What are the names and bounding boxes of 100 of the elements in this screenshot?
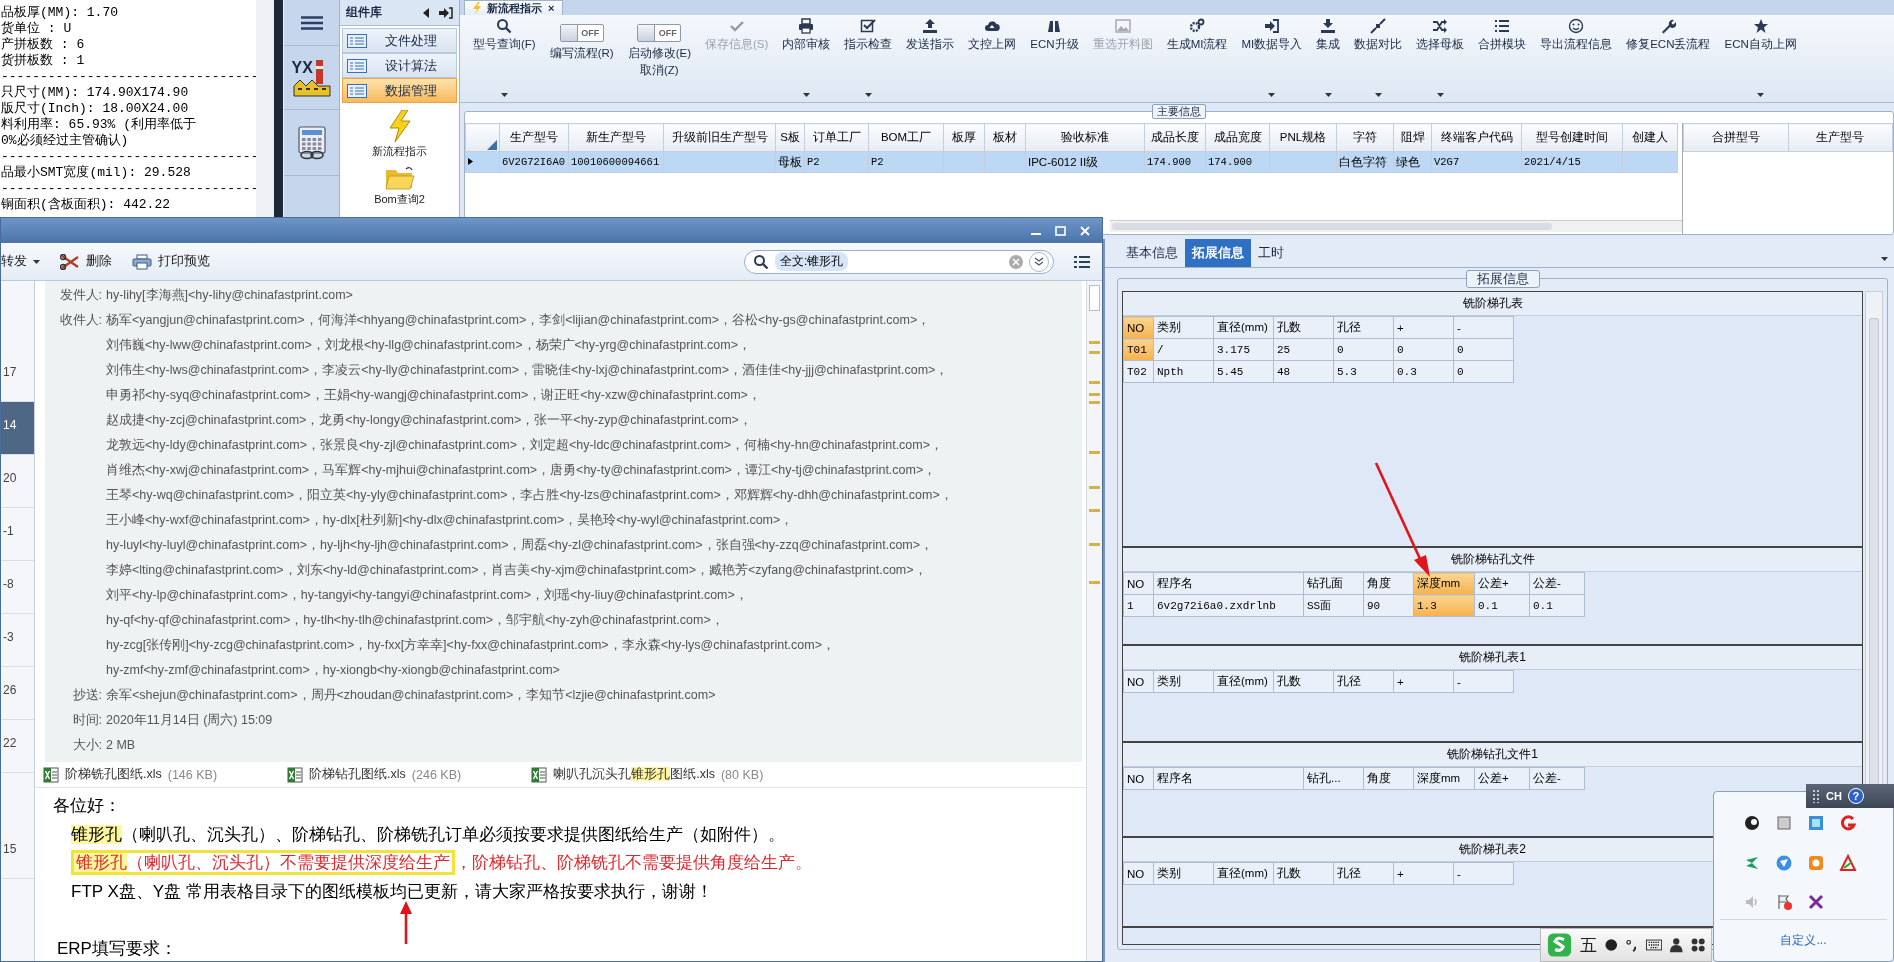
- column-header[interactable]: -: [1453, 316, 1514, 339]
- table-cell[interactable]: T01: [1123, 338, 1154, 361]
- column-header[interactable]: 生产型号: [1788, 123, 1893, 152]
- spreadsheet-file-icon[interactable]: [531, 766, 548, 783]
- toolbar-button[interactable]: 生成MI流程: [1159, 17, 1235, 101]
- customize-link[interactable]: 自定义...: [1714, 932, 1893, 949]
- column-header[interactable]: 钻孔...: [1303, 767, 1364, 790]
- mail-list-item[interactable]: -8: [1, 561, 34, 614]
- column-header[interactable]: 公差-: [1529, 767, 1585, 790]
- spreadsheet-file-icon[interactable]: [43, 766, 59, 783]
- left-arrow-icon[interactable]: [423, 7, 429, 18]
- column-header[interactable]: 孔数: [1273, 670, 1334, 693]
- column-header[interactable]: 程序名: [1153, 572, 1304, 595]
- toolbar-button[interactable]: 内部审核: [775, 17, 838, 101]
- toolbar-button[interactable]: 文控上网: [961, 17, 1024, 101]
- scissors-icon[interactable]: [60, 253, 80, 270]
- column-header[interactable]: 钻孔面: [1303, 572, 1364, 595]
- column-header[interactable]: 创建人: [1622, 123, 1678, 152]
- column-header[interactable]: 生产型号: [499, 123, 569, 152]
- vertical-scrollbar[interactable]: [1086, 281, 1102, 961]
- attachment-link[interactable]: 阶梯钻孔图纸.xls: [309, 766, 406, 783]
- column-header[interactable]: 深度mm: [1413, 767, 1475, 790]
- column-header[interactable]: 订单工厂: [804, 123, 869, 152]
- column-header[interactable]: NO: [1123, 572, 1154, 595]
- column-header[interactable]: BOM工厂: [868, 123, 944, 152]
- library-group-button[interactable]: 设计算法: [342, 53, 457, 78]
- toolbar-button[interactable]: 删除: [60, 253, 112, 270]
- column-header[interactable]: 程序名: [1153, 767, 1304, 790]
- toolbar-button[interactable]: 合拼模块: [1471, 17, 1534, 101]
- menu-icon[interactable]: [300, 15, 323, 30]
- horizontal-scrollbar[interactable]: [1110, 220, 1682, 232]
- list-menu-icon[interactable]: [1074, 254, 1090, 269]
- moon-icon[interactable]: [1605, 938, 1618, 952]
- mail-list-item[interactable]: 22: [1, 720, 34, 773]
- table-cell[interactable]: 1: [1123, 594, 1154, 617]
- column-header[interactable]: +: [1393, 316, 1454, 339]
- calculator-icon[interactable]: [296, 125, 327, 160]
- column-header[interactable]: 孔径: [1333, 862, 1394, 885]
- column-header[interactable]: PNL规格: [1269, 123, 1337, 152]
- mail-list-item[interactable]: 26: [1, 667, 34, 720]
- flag-icon[interactable]: [1775, 893, 1793, 912]
- attachment-link[interactable]: 喇叭孔沉头孔锥形孔图纸.xls: [553, 766, 715, 783]
- tab[interactable]: 基本信息: [1119, 239, 1185, 267]
- grid-icon[interactable]: [1690, 937, 1705, 953]
- column-header[interactable]: 型号创建时间: [1521, 123, 1623, 152]
- table-cell[interactable]: 6v2g72i6a0.zxdrlnb: [1153, 594, 1304, 617]
- library-item-label[interactable]: Bom查询2: [374, 192, 425, 207]
- column-header[interactable]: 新生产型号: [568, 123, 664, 152]
- column-header[interactable]: 升级前旧生产型号: [663, 123, 776, 152]
- toolbar-button[interactable]: 修复ECN丢流程: [1619, 17, 1718, 101]
- person-icon[interactable]: [1670, 937, 1683, 953]
- mail-list-item[interactable]: 14: [1, 402, 34, 455]
- toolbar-button[interactable]: ECN自动上网: [1717, 17, 1804, 101]
- table-cell[interactable]: T02: [1123, 360, 1154, 383]
- toolbar-button[interactable]: 打印预览: [132, 253, 210, 270]
- toolbar-button[interactable]: 转发: [1, 253, 40, 270]
- keyboard-icon[interactable]: [1646, 939, 1663, 951]
- toolbar-button[interactable]: MI数据导入: [1234, 17, 1310, 101]
- exit-icon[interactable]: [439, 6, 453, 19]
- column-header[interactable]: -: [1453, 862, 1514, 885]
- toolbar-button[interactable]: 导出流程信息: [1533, 17, 1620, 101]
- library-group-button[interactable]: 数据管理: [342, 78, 457, 103]
- mail-list-item[interactable]: 15: [1, 826, 34, 879]
- column-header[interactable]: -: [1453, 670, 1514, 693]
- column-header[interactable]: 孔数: [1273, 862, 1334, 885]
- close-icon[interactable]: [1080, 225, 1090, 236]
- help-icon[interactable]: ?: [1847, 788, 1864, 804]
- column-header[interactable]: 角度: [1363, 572, 1414, 595]
- column-header[interactable]: 公差-: [1529, 572, 1585, 595]
- printer-icon[interactable]: [132, 253, 152, 270]
- library-group-button[interactable]: 文件处理: [342, 28, 457, 53]
- toggle-switch[interactable]: OFF: [637, 24, 682, 42]
- toolbar-button[interactable]: 选择母板: [1409, 17, 1472, 101]
- column-header[interactable]: NO: [1123, 670, 1154, 693]
- toolbar-button[interactable]: ECN升级: [1023, 17, 1086, 101]
- mail-list-item[interactable]: 20: [1, 455, 34, 508]
- column-header[interactable]: 深度mm: [1413, 572, 1475, 595]
- attachment-link[interactable]: 阶梯铣孔图纸.xls: [65, 766, 162, 783]
- maximize-icon[interactable]: [1055, 225, 1066, 236]
- search-field[interactable]: 全文:锥形孔: [744, 249, 1054, 274]
- language-bar[interactable]: CH ?: [1806, 784, 1894, 808]
- column-header[interactable]: 终端客户代码: [1431, 123, 1522, 152]
- column-header[interactable]: NO: [1123, 767, 1154, 790]
- column-header[interactable]: 合拼型号: [1683, 123, 1788, 152]
- close-icon[interactable]: ×: [548, 2, 555, 14]
- column-header[interactable]: 孔径: [1333, 670, 1394, 693]
- column-header[interactable]: 角度: [1363, 767, 1414, 790]
- column-header[interactable]: 验收标准: [1025, 123, 1145, 152]
- column-header[interactable]: +: [1393, 862, 1454, 885]
- column-header[interactable]: NO: [1123, 316, 1154, 339]
- column-header[interactable]: 公差+: [1474, 572, 1530, 595]
- column-header[interactable]: 成品长度: [1144, 123, 1206, 152]
- toolbar-button[interactable]: 集成: [1309, 17, 1348, 101]
- column-header[interactable]: 直径(mm): [1213, 316, 1274, 339]
- column-header[interactable]: 阻焊: [1393, 123, 1432, 152]
- column-header[interactable]: 板材: [984, 123, 1026, 152]
- toggle-switch[interactable]: OFF: [559, 24, 604, 42]
- lightning-icon[interactable]: [387, 110, 412, 142]
- column-header[interactable]: 字符: [1336, 123, 1394, 152]
- ime-logo-icon[interactable]: [1547, 931, 1573, 959]
